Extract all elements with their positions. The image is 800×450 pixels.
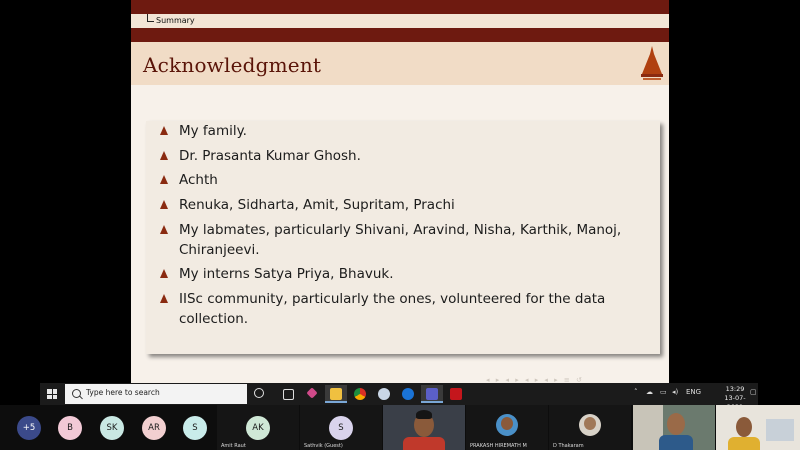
acknowledgment-content-box: My family. Dr. Prasanta Kumar Ghosh. Ach… [146,121,660,354]
bullet-triangle-icon [160,294,168,303]
avatar: S [329,416,353,440]
language-indicator[interactable]: ENG [686,388,701,396]
bullet-triangle-icon [160,225,168,234]
participant-name: Amit Raut [221,443,246,449]
participant-video[interactable] [383,405,465,450]
bullet-triangle-icon [160,269,168,278]
avatar[interactable]: AR [142,416,166,440]
shirt [659,435,693,450]
presentation-slide: Summary Acknowledgment My family. Dr. Pr… [131,0,669,383]
participant-name: PRAKASH HIREMATH M [470,443,527,449]
person-face [667,413,685,435]
clock-time: 13:29 [725,385,745,393]
bullet-triangle-icon [160,151,168,160]
avatar[interactable]: B [58,416,82,440]
taskbar-search-input[interactable]: Type here to search [65,384,247,404]
task-view-icon[interactable] [277,385,299,403]
app-icon-2[interactable] [373,385,395,403]
hair [416,410,432,419]
chevron-up-icon[interactable]: ˄ [634,388,638,396]
bullet-triangle-icon [160,200,168,209]
institute-logo-icon [641,46,663,80]
system-tray: ˄ ☁ ▭ ◂) ENG 13:29 13-07-2021 ▢ [632,383,758,411]
person-face [736,417,752,437]
file-explorer-icon[interactable] [325,385,347,403]
slide-divider-bar [131,28,669,42]
start-button[interactable] [40,383,64,405]
bullet-triangle-icon [160,175,168,184]
participant-tile[interactable]: S Sathvik (Guest) [300,405,382,450]
acrobat-icon[interactable] [445,385,467,403]
volume-icon[interactable]: ◂) [672,388,678,396]
participant-video[interactable] [633,405,715,450]
windows-logo-icon [47,389,57,399]
participant-tile[interactable]: D Thakaram [549,405,631,450]
slide-top-bar [131,0,669,14]
avatar[interactable]: S [183,416,207,440]
shirt [728,437,760,450]
participant-name: D Thakaram [553,443,584,449]
cortana-icon[interactable] [254,388,264,398]
avatar[interactable]: SK [100,416,124,440]
avatar: AK [246,416,270,440]
slide-breadcrumb: Summary [156,16,195,25]
app-icon[interactable] [301,385,323,403]
overflow-count[interactable]: +5 [17,416,41,440]
participant-name: Sathvik (Guest) [304,443,343,449]
teams-icon[interactable] [421,385,443,403]
search-icon [72,389,81,398]
notifications-icon[interactable]: ▢ [750,388,757,396]
slide-subheader [131,14,669,28]
chrome-icon[interactable] [349,385,371,403]
participant-video[interactable] [716,405,800,450]
search-placeholder: Type here to search [86,388,160,397]
cloud-icon[interactable]: ☁ [646,388,653,396]
breadcrumb-tree-icon [147,14,154,22]
windows-taskbar: Type here to search ˄ ☁ ▭ ◂) ENG 13:29 1… [40,383,758,411]
participant-tile[interactable]: PRAKASH HIREMATH M [466,405,548,450]
bullet-triangle-icon [160,126,168,135]
participant-tile[interactable]: AK Amit Raut [217,405,299,450]
teamviewer-icon[interactable] [397,385,419,403]
shirt [403,437,445,450]
network-icon[interactable]: ▭ [660,388,667,396]
participants-strip: +5 B SK AR S AK Amit Raut S Sathvik (Gue… [0,405,800,450]
background-object [766,419,794,441]
person-face [584,417,596,430]
beamer-navigation-icons[interactable]: ◂ ▸ ◂ ▸ ◂ ▸ ◂ ▸ ≡ ↺ [486,376,584,383]
slide-title: Acknowledgment [143,53,322,77]
person-face [501,417,513,430]
